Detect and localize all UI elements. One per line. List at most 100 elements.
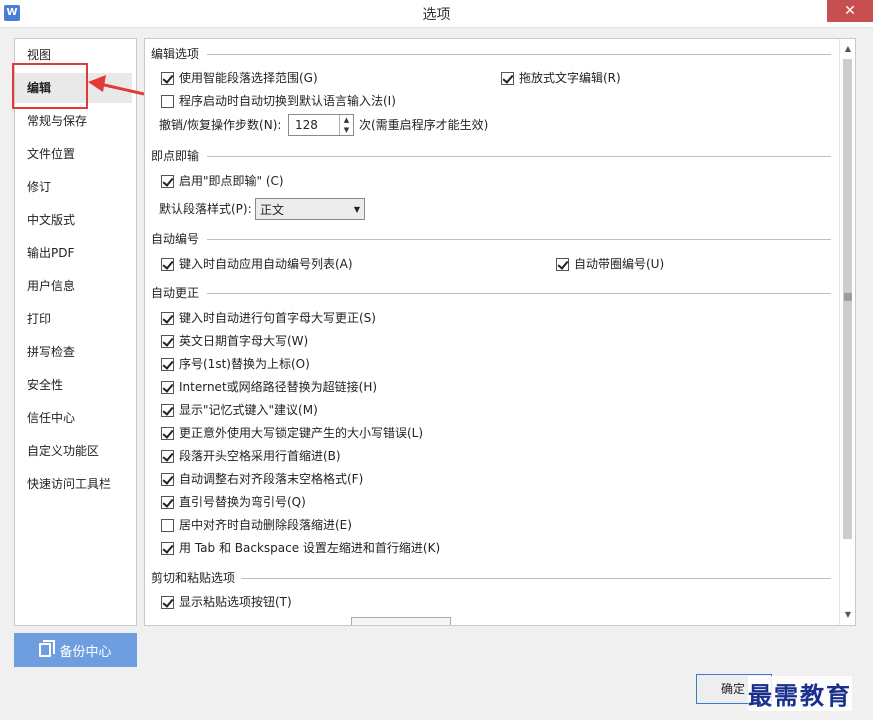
partially-visible-dropdown[interactable] [351,617,451,625]
option-label: 显示"记忆式键入"建议(M) [179,403,318,417]
section-header-edit: 编辑选项 [151,47,200,61]
options-sidebar: 视图 编辑 常规与保存 文件位置 修订 中文版式 输出PDF 用户信息 打印 拼… [14,38,137,626]
checkbox-checked[interactable] [161,541,174,555]
option-label: 自动带圈编号(U) [574,257,665,271]
option-label: 用 Tab 和 Backspace 设置左缩进和首行缩进(K) [179,541,441,555]
option-label: 键入时自动应用自动编号列表(A) [179,257,353,271]
option-autocorrect-hyperlink[interactable]: Internet或网络路径替换为超链接(H) [161,378,377,396]
undo-steps-label: 撤销/恢复操作步数(N): [159,118,282,132]
checkbox-checked[interactable] [161,334,174,348]
section-divider [207,54,831,55]
option-autocorrect-capitalize[interactable]: 键入时自动进行句首字母大写更正(S) [161,309,376,327]
stepper-down-icon[interactable]: ▼ [340,125,353,135]
option-label: 程序启动时自动切换到默认语言输入法(I) [179,94,396,108]
option-auto-circle[interactable]: 自动带圈编号(U) [556,255,664,273]
red-highlight-box [12,63,88,109]
option-autocorrect-capslock[interactable]: 更正意外使用大写锁定键产生的大小写错误(L) [161,424,423,442]
option-label: 自动调整右对齐段落末空格格式(F) [179,472,364,486]
checkbox-checked[interactable] [161,403,174,417]
checkbox-checked[interactable] [161,71,174,85]
option-autocorrect-ordinal[interactable]: 序号(1st)替换为上标(O) [161,355,310,373]
sidebar-item-view[interactable]: 视图 [27,45,51,65]
option-drag-text[interactable]: 拖放式文字编辑(R) [501,69,621,87]
option-autocorrect-center-indent[interactable]: 居中对齐时自动删除段落缩进(E) [161,516,352,534]
undo-steps-value: 128 [295,118,318,132]
checkbox-checked[interactable] [161,495,174,509]
default-style-select[interactable]: 正文 ▼ [255,198,365,220]
option-autocorrect-dates[interactable]: 英文日期首字母大写(W) [161,332,308,350]
option-autocorrect-smart-quotes[interactable]: 直引号替换为弯引号(Q) [161,493,306,511]
sidebar-item-security[interactable]: 安全性 [27,375,63,395]
option-auto-ime[interactable]: 程序启动时自动切换到默认语言输入法(I) [161,92,396,110]
checkbox-checked[interactable] [161,472,174,486]
option-instant-enable[interactable]: 启用"即点即输" (C) [161,172,284,190]
section-divider [241,578,831,579]
option-label: 直引号替换为弯引号(Q) [179,495,306,509]
scroll-grip-mark [844,293,852,301]
red-arrow-icon [88,75,145,96]
backup-icon [39,640,56,657]
checkbox-unchecked[interactable] [161,94,174,108]
option-auto-list[interactable]: 键入时自动应用自动编号列表(A) [161,255,353,273]
backup-center-label: 备份中心 [59,644,112,660]
default-style-label: 默认段落样式(P): [159,202,252,216]
sidebar-item-general-save[interactable]: 常规与保存 [27,111,87,131]
undo-steps-stepper[interactable]: 128 ▲ ▼ [288,114,354,136]
sidebar-item-revision[interactable]: 修订 [27,177,51,197]
checkbox-unchecked[interactable] [161,518,174,532]
option-smart-paragraph[interactable]: 使用智能段落选择范围(G) [161,69,318,87]
option-label: 使用智能段落选择范围(G) [179,71,318,85]
checkbox-checked[interactable] [161,311,174,325]
vertical-scrollbar[interactable]: ▲ ▼ [839,39,855,625]
option-label: 英文日期首字母大写(W) [179,334,309,348]
option-label: 段落开头空格采用行首缩进(B) [179,449,341,463]
sidebar-item-custom-ribbon[interactable]: 自定义功能区 [27,441,99,461]
section-divider [207,156,831,157]
sidebar-item-print[interactable]: 打印 [27,309,51,329]
section-header-autonum: 自动编号 [151,232,200,246]
checkbox-checked[interactable] [161,449,174,463]
sidebar-item-trust-center[interactable]: 信任中心 [27,408,75,428]
checkbox-checked[interactable] [161,357,174,371]
stepper-buttons[interactable]: ▲ ▼ [339,115,353,135]
close-button[interactable]: ✕ [827,0,873,22]
window-title: 选项 [422,7,451,23]
option-label: 拖放式文字编辑(R) [519,71,621,85]
checkbox-checked[interactable] [556,257,569,271]
option-paste-button[interactable]: 显示粘贴选项按钮(T) [161,593,292,611]
checkbox-checked[interactable] [161,174,174,188]
option-label: 序号(1st)替换为上标(O) [179,357,310,371]
sidebar-item-output-pdf[interactable]: 输出PDF [27,243,74,263]
checkbox-checked[interactable] [161,426,174,440]
backup-center-button[interactable]: 备份中心 [14,633,137,667]
stepper-up-icon[interactable]: ▲ [340,115,353,125]
checkbox-checked[interactable] [501,71,514,85]
option-autocorrect-autocomplete[interactable]: 显示"记忆式键入"建议(M) [161,401,318,419]
sidebar-item-spell-check[interactable]: 拼写检查 [27,342,75,362]
undo-steps-note: 次(需重启程序才能生效) [359,118,489,132]
options-content-panel: 编辑选项 使用智能段落选择范围(G) 拖放式文字编辑(R) 程序启动时自动切换到… [144,38,856,626]
dropdown-arrow-icon: ▼ [353,204,360,214]
option-label: 更正意外使用大写锁定键产生的大小写错误(L) [179,426,424,440]
scroll-up-icon[interactable]: ▲ [840,41,855,57]
undo-steps-input[interactable]: 128 ▲ ▼ [288,114,354,136]
checkbox-checked[interactable] [161,380,174,394]
section-divider [207,239,831,240]
sidebar-item-file-location[interactable]: 文件位置 [27,144,75,164]
default-style-value: 正文 [260,202,285,217]
option-label: Internet或网络路径替换为超链接(H) [179,380,378,394]
sidebar-item-chinese-layout[interactable]: 中文版式 [27,210,75,230]
section-header-paste: 剪切和粘贴选项 [151,571,236,585]
checkbox-checked[interactable] [161,595,174,609]
scroll-down-icon[interactable]: ▼ [840,607,855,623]
option-autocorrect-right-align[interactable]: 自动调整右对齐段落末空格格式(F) [161,470,363,488]
option-autocorrect-tab-backspace[interactable]: 用 Tab 和 Backspace 设置左缩进和首行缩进(K) [161,539,440,557]
option-autocorrect-indent[interactable]: 段落开头空格采用行首缩进(B) [161,447,341,465]
sidebar-item-quick-access-toolbar[interactable]: 快速访问工具栏 [27,474,111,494]
checkbox-checked[interactable] [161,257,174,271]
title-bar: W 选项 ✕ [0,0,873,28]
option-label: 启用"即点即输" (C) [179,174,284,188]
sidebar-item-user-info[interactable]: 用户信息 [27,276,75,296]
section-divider [207,293,831,294]
option-label: 居中对齐时自动删除段落缩进(E) [179,518,352,532]
